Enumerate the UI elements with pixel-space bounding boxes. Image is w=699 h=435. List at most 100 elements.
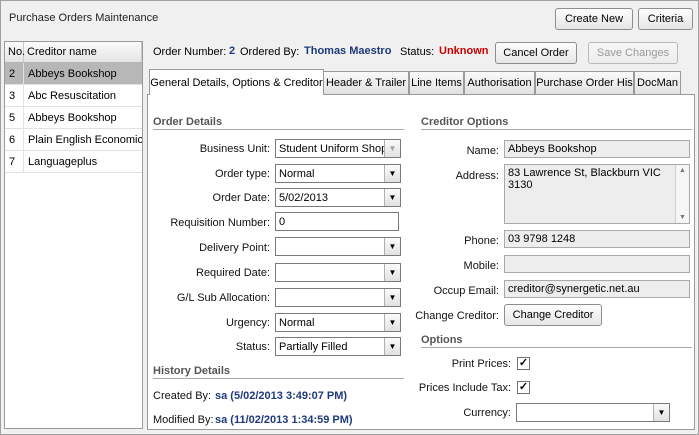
order-type-select[interactable]: Normal ▼ bbox=[275, 164, 401, 183]
general-details-panel: Order Details Business Unit: Student Uni… bbox=[147, 94, 695, 430]
phone-field: 03 9798 1248 bbox=[504, 230, 690, 248]
cancel-order-button[interactable]: Cancel Order bbox=[495, 42, 577, 64]
chevron-down-icon: ▼ bbox=[384, 289, 400, 306]
row-no: 2 bbox=[5, 63, 24, 84]
row-creditor-name: Abbeys Bookshop bbox=[28, 111, 117, 124]
gl-sub-allocation-label: G/L Sub Allocation: bbox=[176, 292, 270, 304]
table-row[interactable]: 5 Abbeys Bookshop bbox=[5, 107, 142, 129]
order-type-label: Order type: bbox=[214, 168, 270, 180]
divider bbox=[153, 129, 404, 130]
row-creditor-name: Abc Resuscitation bbox=[28, 89, 117, 102]
chevron-down-icon: ▼ bbox=[384, 140, 400, 157]
grid-header: No. Creditor name bbox=[5, 42, 142, 63]
tab-purchase-order-history[interactable]: Purchase Order His bbox=[535, 71, 634, 94]
row-no: 6 bbox=[5, 129, 24, 150]
business-unit-label: Business Unit: bbox=[199, 143, 270, 155]
order-number-label: Order Number: bbox=[153, 46, 227, 58]
mobile-label: Mobile: bbox=[463, 260, 499, 272]
creditor-address-label: Address: bbox=[455, 170, 499, 182]
mobile-field bbox=[504, 255, 690, 273]
address-line-1: 83 Lawrence St, Blackburn VIC bbox=[508, 167, 661, 179]
save-changes-button[interactable]: Save Changes bbox=[588, 42, 678, 64]
order-status-value: Partially Filled bbox=[279, 340, 348, 353]
address-scrollbar[interactable]: ▲ ▼ bbox=[675, 165, 689, 223]
row-creditor-name: Abbeys Bookshop bbox=[28, 67, 117, 80]
status-label: Status: bbox=[400, 46, 435, 58]
row-no: 7 bbox=[5, 151, 24, 172]
create-new-button[interactable]: Create New bbox=[555, 8, 633, 30]
chevron-down-icon: ▼ bbox=[384, 264, 400, 281]
urgency-value: Normal bbox=[279, 316, 315, 329]
table-row[interactable]: 6 Plain English Economics bbox=[5, 129, 142, 151]
order-date-picker[interactable]: 5/02/2013 ▼ bbox=[275, 188, 401, 207]
row-no: 3 bbox=[5, 85, 24, 106]
row-creditor-name: Languageplus bbox=[28, 155, 98, 168]
scroll-down-icon: ▼ bbox=[679, 214, 686, 221]
order-status-label: Status: bbox=[235, 341, 270, 353]
chevron-down-icon: ▼ bbox=[384, 165, 400, 182]
ordered-by-label: Ordered By: bbox=[240, 46, 300, 58]
delivery-point-label: Delivery Point: bbox=[199, 242, 270, 254]
chevron-down-icon: ▼ bbox=[384, 189, 400, 206]
currency-select[interactable]: ▼ bbox=[516, 403, 670, 422]
chevron-down-icon: ▼ bbox=[384, 338, 400, 355]
divider bbox=[421, 347, 692, 348]
row-no: 5 bbox=[5, 107, 24, 128]
creditor-address-field: 83 Lawrence St, Blackburn VIC 3130 ▲ ▼ bbox=[504, 164, 690, 224]
phone-label: Phone: bbox=[464, 235, 499, 247]
order-details-title: Order Details bbox=[153, 116, 223, 128]
column-header-creditor-name[interactable]: Creditor name bbox=[24, 42, 142, 62]
column-header-no[interactable]: No. bbox=[5, 42, 25, 62]
creditor-name-field: Abbeys Bookshop bbox=[504, 140, 690, 158]
print-prices-checkbox[interactable]: ✓ bbox=[517, 357, 530, 370]
required-date-picker[interactable]: ▼ bbox=[275, 263, 401, 282]
purchase-orders-window: Purchase Orders Maintenance Create New C… bbox=[0, 0, 699, 435]
tab-docman[interactable]: DocMan bbox=[634, 71, 681, 94]
prices-include-tax-checkbox[interactable]: ✓ bbox=[517, 381, 530, 394]
table-row[interactable]: 2 Abbeys Bookshop bbox=[5, 63, 142, 85]
chevron-down-icon: ▼ bbox=[384, 314, 400, 331]
occup-email-label: Occup Email: bbox=[433, 285, 499, 297]
table-row[interactable]: 7 Languageplus bbox=[5, 151, 142, 173]
row-creditor-name: Plain English Economics bbox=[28, 133, 142, 146]
created-by-label: Created By: bbox=[153, 390, 212, 402]
modified-by-value: sa (11/02/2013 1:34:59 PM) bbox=[215, 414, 353, 426]
business-unit-value: Student Uniform Shop bbox=[279, 142, 388, 155]
table-row[interactable]: 3 Abc Resuscitation bbox=[5, 85, 142, 107]
change-creditor-label: Change Creditor: bbox=[415, 310, 499, 322]
creditor-grid: No. Creditor name 2 Abbeys Bookshop 3 Ab… bbox=[4, 41, 143, 429]
prices-include-tax-label: Prices Include Tax: bbox=[418, 382, 511, 394]
gl-sub-allocation-select[interactable]: ▼ bbox=[275, 288, 401, 307]
address-line-2: 3130 bbox=[508, 179, 533, 191]
business-unit-select[interactable]: Student Uniform Shop ▼ bbox=[275, 139, 401, 158]
divider bbox=[421, 129, 692, 130]
window-title: Purchase Orders Maintenance bbox=[9, 12, 159, 24]
created-by-value: sa (5/02/2013 3:49:07 PM) bbox=[215, 390, 348, 402]
criteria-button[interactable]: Criteria bbox=[638, 8, 693, 30]
tab-general-details[interactable]: General Details, Options & Creditor bbox=[149, 69, 324, 95]
urgency-label: Urgency: bbox=[225, 317, 270, 329]
order-number-value: 2 bbox=[229, 45, 236, 57]
tab-authorisation[interactable]: Authorisation bbox=[464, 71, 535, 94]
ordered-by-value: Thomas Maestro bbox=[304, 45, 392, 57]
delivery-point-select[interactable]: ▼ bbox=[275, 237, 401, 256]
chevron-down-icon: ▼ bbox=[653, 404, 669, 421]
order-date-value: 5/02/2013 bbox=[279, 191, 328, 204]
status-value: Unknown bbox=[439, 45, 489, 57]
print-prices-label: Print Prices: bbox=[451, 358, 511, 370]
creditor-name-label: Name: bbox=[466, 145, 499, 157]
order-status-select[interactable]: Partially Filled ▼ bbox=[275, 337, 401, 356]
requisition-number-input[interactable]: 0 bbox=[275, 212, 399, 231]
currency-label: Currency: bbox=[463, 407, 511, 419]
occup-email-field: creditor@synergetic.net.au bbox=[504, 280, 690, 298]
divider bbox=[153, 378, 404, 379]
tab-header-trailer[interactable]: Header & Trailer bbox=[323, 71, 409, 94]
change-creditor-button[interactable]: Change Creditor bbox=[504, 304, 602, 326]
required-date-label: Required Date: bbox=[196, 267, 270, 279]
urgency-select[interactable]: Normal ▼ bbox=[275, 313, 401, 332]
tab-line-items[interactable]: Line Items bbox=[409, 71, 464, 94]
creditor-options-title: Creditor Options bbox=[421, 116, 509, 128]
history-details-title: History Details bbox=[153, 365, 231, 377]
order-date-label: Order Date: bbox=[212, 192, 270, 204]
options-title: Options bbox=[421, 334, 463, 346]
